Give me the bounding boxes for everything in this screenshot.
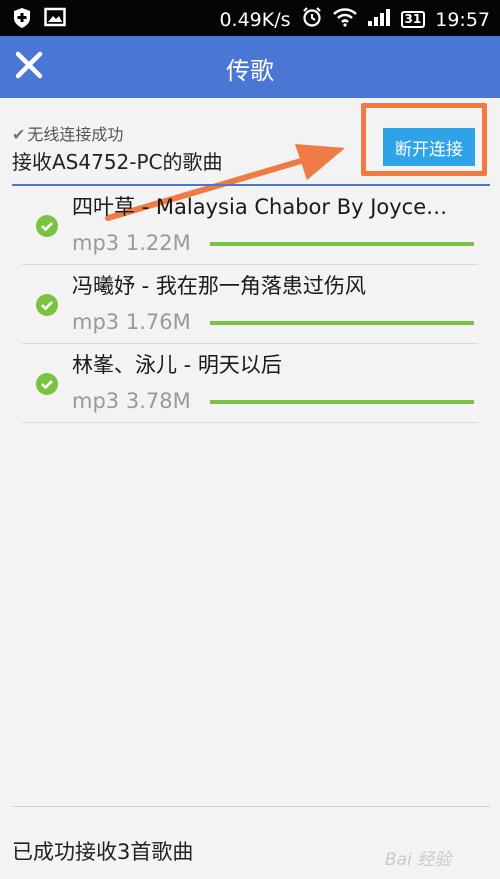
progress-fill (210, 242, 474, 246)
song-item[interactable]: 林峯、泳儿 - 明天以后 mp3 3.78M (22, 344, 478, 423)
song-format: mp3 (72, 310, 120, 334)
footer-divider (12, 806, 490, 807)
image-icon (44, 7, 66, 34)
status-bar: 0.49K/s 31 19:57 (0, 0, 500, 36)
progress-fill (210, 400, 474, 404)
wifi-icon (332, 7, 357, 32)
song-title: 林峯、泳儿 - 明天以后 (72, 353, 282, 377)
song-format: mp3 (72, 389, 120, 413)
song-size: 1.76M (125, 310, 191, 334)
page-title: 传歌 (226, 57, 274, 85)
success-check-icon (36, 373, 58, 395)
song-meta: mp3 1.22M (72, 231, 191, 255)
song-size: 3.78M (125, 389, 191, 413)
connection-status: ✔ 无线连接成功 (12, 121, 123, 145)
song-meta: mp3 3.78M (72, 389, 191, 413)
network-speed: 0.49K/s (219, 8, 291, 31)
progress-bar (210, 400, 474, 404)
song-meta: mp3 1.76M (72, 310, 191, 334)
success-check-icon (36, 215, 58, 237)
progress-bar (210, 242, 474, 246)
clock: 19:57 (435, 8, 490, 31)
signal-icon (367, 7, 391, 32)
alarm-icon (301, 6, 323, 33)
app-header: 传歌 (0, 36, 500, 98)
watermark: Bai 经验 (385, 850, 452, 870)
song-title: 四叶草 - Malaysia Chabor By Joyce… (72, 195, 448, 219)
disconnect-button[interactable]: 断开连接 (383, 128, 475, 166)
song-item[interactable]: 冯曦妤 - 我在那一角落患过伤风 mp3 1.76M (22, 265, 478, 344)
song-list: 四叶草 - Malaysia Chabor By Joyce… mp3 1.22… (22, 186, 478, 423)
song-title: 冯曦妤 - 我在那一角落患过伤风 (72, 274, 366, 298)
song-item[interactable]: 四叶草 - Malaysia Chabor By Joyce… mp3 1.22… (22, 186, 478, 265)
song-format: mp3 (72, 231, 120, 255)
song-size: 1.22M (125, 231, 191, 255)
check-icon: ✔ (12, 125, 26, 144)
shield-plus-icon (12, 7, 32, 34)
success-check-icon (36, 294, 58, 316)
progress-fill (210, 321, 474, 325)
receive-summary: 已成功接收3首歌曲 (12, 840, 194, 864)
connection-status-text: 无线连接成功 (27, 125, 124, 144)
calendar-icon: 31 (400, 11, 426, 28)
progress-bar (210, 321, 474, 325)
receiving-label: 接收AS4752-PC的歌曲 (12, 150, 223, 174)
